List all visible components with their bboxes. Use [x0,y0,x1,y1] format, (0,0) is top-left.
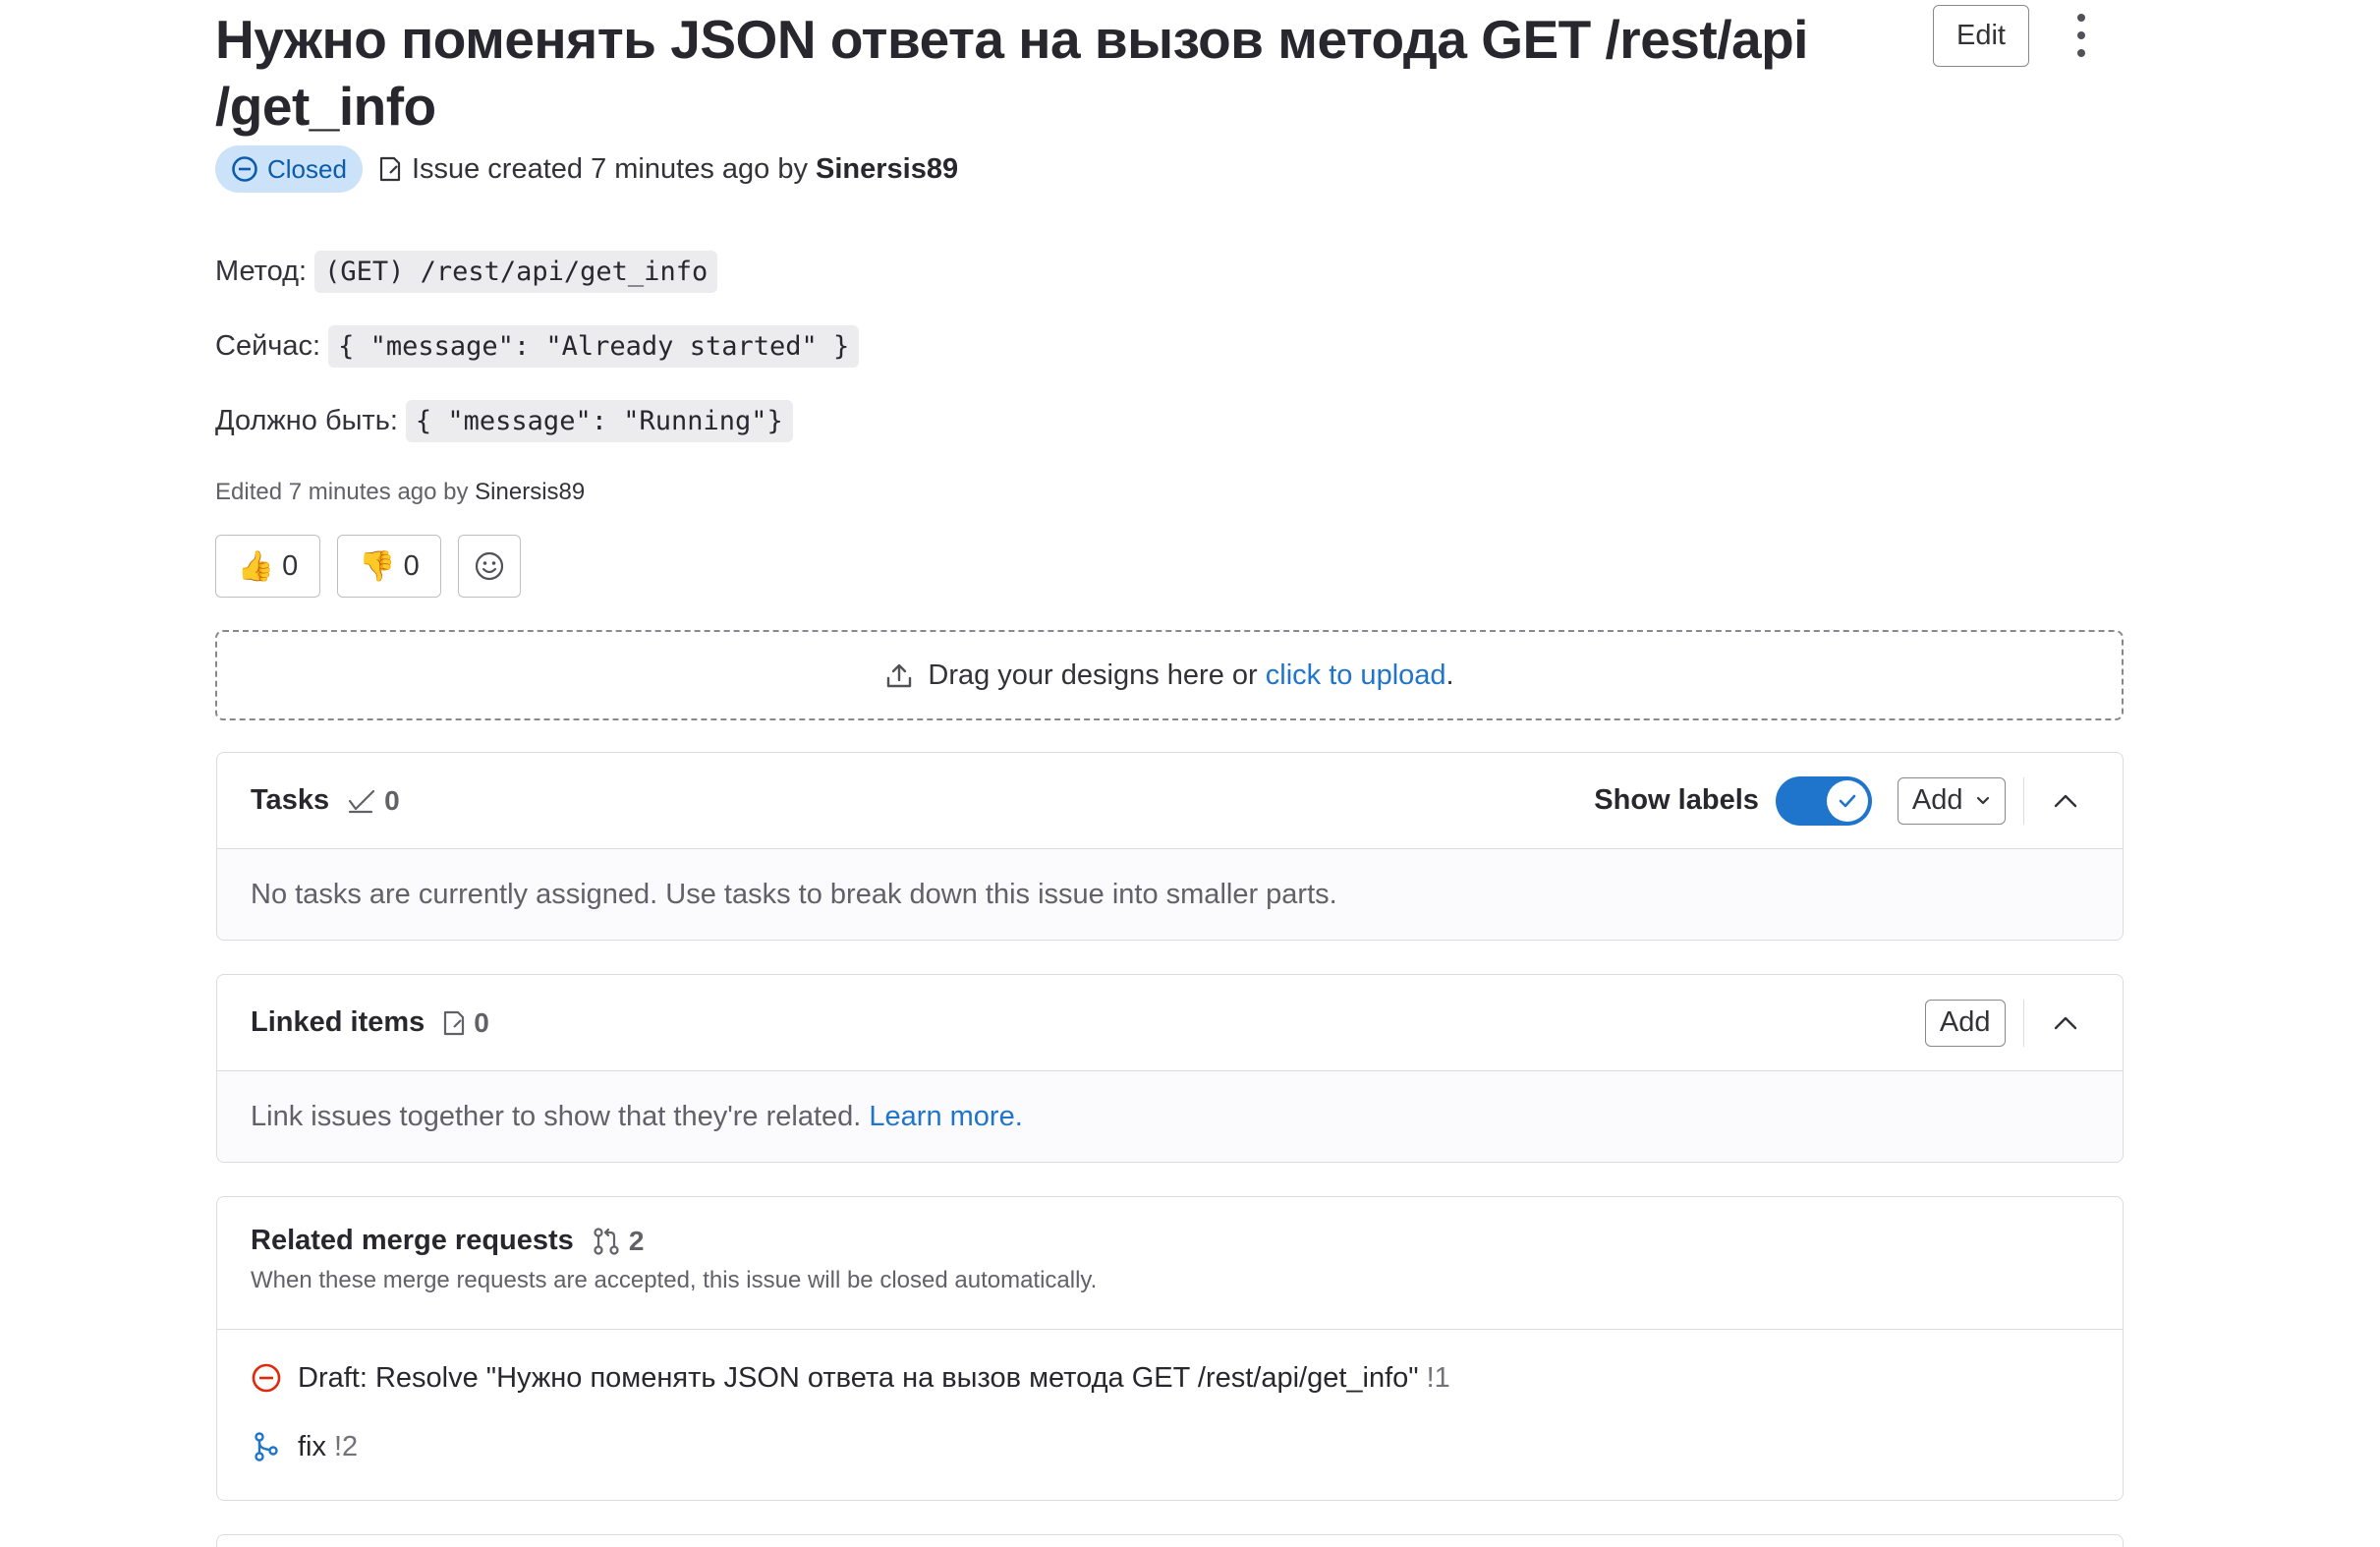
linked-items-count-value: 0 [474,1006,489,1038]
closed-icon [232,156,257,182]
thumbs-down-icon: 👎 [359,549,396,583]
design-upload-dropzone[interactable]: Drag your designs here or click to uploa… [215,630,2124,720]
description-label: Метод: [215,256,308,287]
merge-request-ref: !1 [1426,1361,1450,1394]
merge-request-item[interactable]: Draft: Resolve "Нужно поменять JSON отве… [251,1344,2089,1412]
reactions-bar: 👍 0 👎 0 [215,535,538,598]
issue-type-icon [378,155,402,183]
description-line-current: Сейчас: { "message": "Already started" } [215,325,860,368]
tasks-card: Tasks 0 Show labels Add No tasks are cur… [216,752,2124,941]
tasks-empty-state: No tasks are currently assigned. Use tas… [217,849,2123,940]
author-link[interactable]: Sinersis89 [816,153,958,186]
chevron-up-icon [2054,1016,2077,1029]
tasks-count: 0 [347,785,400,817]
issue-type-icon [444,1010,465,1035]
thumbs-up-button[interactable]: 👍 0 [215,535,320,598]
add-linked-item-button[interactable]: Add [1924,999,2006,1047]
description-code: (GET) /rest/api/get_info [314,251,718,293]
linked-items-card: Linked items 0 Add Link issues together … [216,974,2124,1163]
check-icon [1839,794,1856,807]
chevron-up-icon [2054,794,2077,807]
thumbs-up-count: 0 [282,549,299,582]
divider [2022,999,2024,1047]
edited-by-link[interactable]: Sinersis89 [475,479,585,505]
edit-button[interactable]: Edit [1933,5,2029,67]
collapse-linked-items-button[interactable] [2042,1000,2089,1047]
related-mrs-subtitle: When these merge requests are accepted, … [251,1267,1098,1293]
description-line-expected: Должно быть: { "message": "Running"} [215,400,793,442]
related-mrs-title: Related merge requests [251,1225,574,1256]
related-mrs-count: 2 [592,1225,645,1257]
description-label: Сейчас: [215,330,321,362]
linked-items-empty-text: Link issues together to show that they'r… [251,1100,862,1132]
status-label: Closed [267,153,347,184]
show-labels-label: Show labels [1594,784,1759,816]
collapse-tasks-button[interactable] [2042,777,2089,825]
related-merge-requests-card: Related merge requests 2 When these merg… [216,1196,2124,1501]
add-task-label: Add [1911,784,1963,816]
edited-note: Edited 7 minutes ago by Sinersis89 [215,479,585,506]
edited-text: Edited 7 minutes ago by [215,479,469,505]
description-label: Должно быть: [215,405,398,436]
task-done-icon [348,789,375,813]
thumbs-up-icon: 👍 [237,549,275,583]
related-mrs-header: Related merge requests 2 When these merg… [217,1197,2123,1330]
merge-request-title: fix [298,1430,326,1462]
more-actions-icon[interactable] [2069,14,2093,57]
related-mrs-list: Draft: Resolve "Нужно поменять JSON отве… [217,1330,2123,1481]
linked-items-count: 0 [442,1007,489,1039]
tasks-card-header: Tasks 0 Show labels Add [217,753,2123,849]
upload-suffix: . [1445,659,1454,691]
smiley-icon [475,551,504,581]
divider [2022,776,2024,825]
description-line-method: Метод: (GET) /rest/api/get_info [215,251,718,293]
issue-meta: Closed Issue created 7 minutes ago by Si… [215,145,958,193]
description-code: { "message": "Running"} [405,400,793,442]
status-badge: Closed [215,145,363,193]
merge-request-ref: !2 [334,1430,359,1462]
merge-request-icon [255,1432,278,1461]
merge-request-title: Draft: Resolve "Нужно поменять JSON отве… [298,1361,1419,1394]
upload-text: Drag your designs here or [928,659,1258,691]
add-linked-item-label: Add [1939,1006,1991,1038]
linked-items-header: Linked items 0 Add [217,975,2123,1071]
closed-icon [252,1363,281,1393]
linked-items-empty-state: Link issues together to show that they'r… [217,1071,2123,1162]
merge-request-icon [594,1227,619,1255]
add-task-dropdown[interactable]: Add [1897,776,2006,825]
thumbs-down-count: 0 [403,549,420,582]
add-reaction-button[interactable] [458,535,521,598]
created-text: Issue created 7 minutes ago by [411,152,808,185]
merge-request-item[interactable]: fix !2 [251,1412,2089,1481]
tasks-count-value: 0 [384,784,400,816]
issue-title: Нужно поменять JSON ответа на вызов мето… [215,9,1808,137]
chevron-down-icon [1976,796,1989,804]
upload-icon [887,663,912,688]
next-section-card [216,1534,2124,1547]
thumbs-down-button[interactable]: 👎 0 [337,535,441,598]
click-to-upload-link[interactable]: click to upload [1266,659,1446,692]
description-code: { "message": "Already started" } [328,325,860,368]
tasks-title: Tasks [251,784,330,816]
show-labels-toggle[interactable] [1775,775,1872,826]
related-mrs-count-value: 2 [628,1225,645,1256]
learn-more-link[interactable]: Learn more. [869,1101,1022,1133]
linked-items-title: Linked items [251,1006,425,1038]
